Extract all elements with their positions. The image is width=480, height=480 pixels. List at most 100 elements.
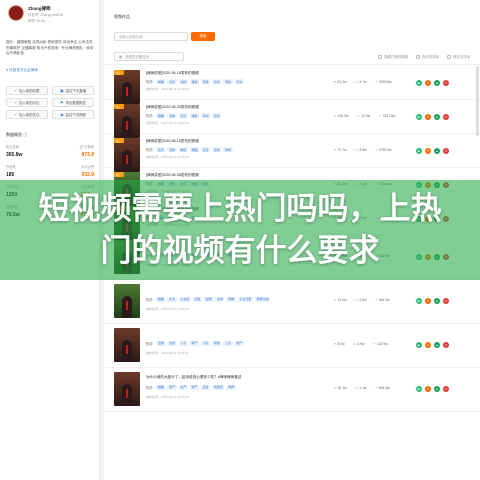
tag-chip[interactable]: 财产 <box>189 340 200 346</box>
tag-chip[interactable]: 婚姻 <box>189 146 200 153</box>
play-icon[interactable]: ▶ <box>416 341 422 348</box>
delete-icon[interactable]: ✕ <box>443 341 449 348</box>
action-button[interactable]: ◉ 监控下次视频 <box>52 110 94 119</box>
action-button[interactable]: ▣ 监控下次直播 <box>52 86 94 95</box>
search-input[interactable]: 请输入视频标题 <box>114 32 188 41</box>
tag-chip[interactable]: 离婚证 <box>212 384 225 390</box>
tag-chip[interactable]: 债务 <box>212 112 222 119</box>
tag-chip[interactable]: 儿子 <box>178 340 188 346</box>
delete-icon[interactable]: ✕ <box>443 297 449 304</box>
tag-chip[interactable]: 律师 <box>226 384 236 390</box>
tag-chip[interactable]: 普法 <box>201 146 211 153</box>
video-thumbnail[interactable]: 热门 <box>114 104 140 138</box>
video-row[interactable]: 热门 [律师讲堂]2020-06-30发布的视频 热词: 婚姻 法律 合同 维权 劳动 债务 发布… <box>104 100 480 138</box>
tag-chip[interactable]: 律师 <box>223 146 233 153</box>
edit-icon[interactable]: ✎ <box>425 147 431 154</box>
tag-chip[interactable]: 合同 <box>178 112 188 119</box>
tag-chip[interactable]: 起诉 <box>201 384 211 390</box>
date-range-picker[interactable]: ▦ 请选择日期区间 <box>114 52 184 61</box>
play-icon[interactable]: ▶ <box>416 113 422 120</box>
tag-chip[interactable]: 法律 <box>178 78 188 85</box>
tag-chip[interactable]: 女方 <box>167 296 177 302</box>
tag-chip[interactable]: 劳动 <box>201 112 211 119</box>
delete-icon[interactable]: ✕ <box>443 113 449 120</box>
delete-icon[interactable]: ✕ <box>443 385 449 392</box>
video-title[interactable]: [律师讲堂]2020-06-16发布的视频 <box>146 139 199 144</box>
tag-chip[interactable]: 资产 <box>178 384 188 390</box>
tag-chip[interactable]: 离婚冷静 <box>254 296 271 302</box>
tag-chip[interactable]: 财产 <box>234 340 244 346</box>
tag-chip[interactable]: 婚姻 <box>156 78 166 85</box>
video-row[interactable]: 热词: 法律 法官 儿子 财产 子女 离婚 儿子 财产 发布时间：2020-06-18 18:25… <box>104 324 480 368</box>
tag-chip[interactable]: 配偶 <box>204 296 214 302</box>
video-title[interactable]: 为什么他的大部分了，起诉收到公婆多少吃？#律师律师普法 <box>146 375 241 380</box>
tag-chip[interactable]: 法律 <box>215 296 225 302</box>
video-title[interactable]: [律师讲堂]2020-06-30发布的视频 <box>146 105 199 110</box>
video-row[interactable]: 热词: 婚姻 女方 子女权 出轨 配偶 法律 离婚 子女归属 离婚冷静 发布时间：2020-06-1… <box>104 280 480 324</box>
tag-chip[interactable]: 财产 <box>167 384 177 390</box>
tag-chip[interactable]: 子女权 <box>178 296 191 302</box>
edit-icon[interactable]: ✎ <box>425 385 431 392</box>
tag-chip[interactable]: 婚姻 <box>156 112 166 119</box>
tag-chip[interactable]: 劳动 <box>223 78 233 85</box>
trend-icon[interactable]: ▲ <box>434 147 440 154</box>
search-button[interactable]: 搜索 <box>191 32 215 41</box>
edit-icon[interactable]: ✎ <box>425 79 431 86</box>
tag-chip[interactable]: 子女 <box>201 340 211 346</box>
avatar[interactable] <box>8 5 24 21</box>
action-button[interactable]: + 加入我的对比 <box>6 98 48 107</box>
tag-chip[interactable]: 离婚 <box>226 296 236 302</box>
filter-checkbox[interactable]: 隐藏已删除视频 <box>378 54 408 59</box>
video-row[interactable]: 为什么他的大部分了，起诉收到公婆多少吃？#律师律师普法 热词: 婚姻 财产 资产 财产 起诉… <box>104 368 480 412</box>
play-icon[interactable]: ▶ <box>416 297 422 304</box>
play-icon[interactable]: ▶ <box>416 147 422 154</box>
trend-icon[interactable]: ▲ <box>434 113 440 120</box>
filter-checkbox[interactable]: 按点赞排序 <box>416 54 439 59</box>
video-thumbnail[interactable] <box>114 284 140 318</box>
video-row[interactable]: 热门 [律师讲堂]2020-05-18发布的视频 热词: 婚姻 合同 法律 维权 离婚 债务 劳动… <box>104 66 480 104</box>
video-title[interactable]: [律师讲堂]2020-06-08发布的视频 <box>146 173 199 178</box>
video-thumbnail[interactable]: 热门 <box>114 70 140 104</box>
tag-chip[interactable]: 婚姻 <box>156 296 166 302</box>
trend-icon[interactable]: ▲ <box>434 79 440 86</box>
trend-icon[interactable]: ▲ <box>434 297 440 304</box>
tag-chip[interactable]: 法律 <box>167 146 177 153</box>
video-row[interactable]: 热门 [律师讲堂]2020-06-16发布的视频 热词: 合同 法律 维权 婚姻 普法 咨询 律师… <box>104 134 480 172</box>
trend-icon[interactable]: ▲ <box>434 341 440 348</box>
play-icon[interactable]: ▶ <box>416 385 422 392</box>
tag-chip[interactable]: 婚姻 <box>156 384 166 390</box>
tag-chip[interactable]: 离婚 <box>201 78 211 85</box>
scrollbar[interactable] <box>476 66 479 136</box>
tag-chip[interactable]: 法官 <box>167 340 177 346</box>
video-title[interactable]: [律师讲堂]2020-05-18发布的视频 <box>146 71 199 76</box>
play-icon[interactable]: ▶ <box>416 79 422 86</box>
tag-chip[interactable]: 出轨 <box>192 296 203 302</box>
tag-chip[interactable]: 子女归属 <box>237 296 253 302</box>
filter-checkbox[interactable]: 按评论排序 <box>447 54 470 59</box>
tag-chip[interactable]: 财产 <box>189 384 200 390</box>
video-thumbnail[interactable]: 热门 <box>114 138 140 172</box>
video-thumbnail[interactable] <box>114 372 140 406</box>
tag-chip[interactable]: 咨询 <box>212 146 222 153</box>
tag-chip[interactable]: 普法 <box>234 78 244 85</box>
tag-chip[interactable]: 合同 <box>156 146 166 153</box>
action-button[interactable]: + 加入我的关注 <box>6 110 48 119</box>
delete-icon[interactable]: ✕ <box>443 79 449 86</box>
tag-chip[interactable]: 儿子 <box>223 340 233 346</box>
trend-icon[interactable]: ▲ <box>434 385 440 392</box>
tag-chip[interactable]: 合同 <box>167 78 177 85</box>
tag-chip[interactable]: 法律 <box>156 340 166 346</box>
tag-chip[interactable]: 法律 <box>167 112 177 119</box>
edit-icon[interactable]: ✎ <box>425 297 431 304</box>
tag-chip[interactable]: 维权 <box>178 146 188 153</box>
edit-icon[interactable]: ✎ <box>425 341 431 348</box>
action-button[interactable]: ⚑ 导出数据报告 <box>52 98 94 107</box>
tag-chip[interactable]: 维权 <box>189 78 200 85</box>
video-thumbnail[interactable] <box>114 328 140 362</box>
action-button[interactable]: + 加入我的收藏 <box>6 86 48 95</box>
tag-chip[interactable]: 维权 <box>189 112 200 119</box>
delete-icon[interactable]: ✕ <box>443 147 449 154</box>
tag-chip[interactable]: 债务 <box>212 78 222 85</box>
tag-chip[interactable]: 离婚 <box>212 340 222 346</box>
edit-icon[interactable]: ✎ <box>425 113 431 120</box>
